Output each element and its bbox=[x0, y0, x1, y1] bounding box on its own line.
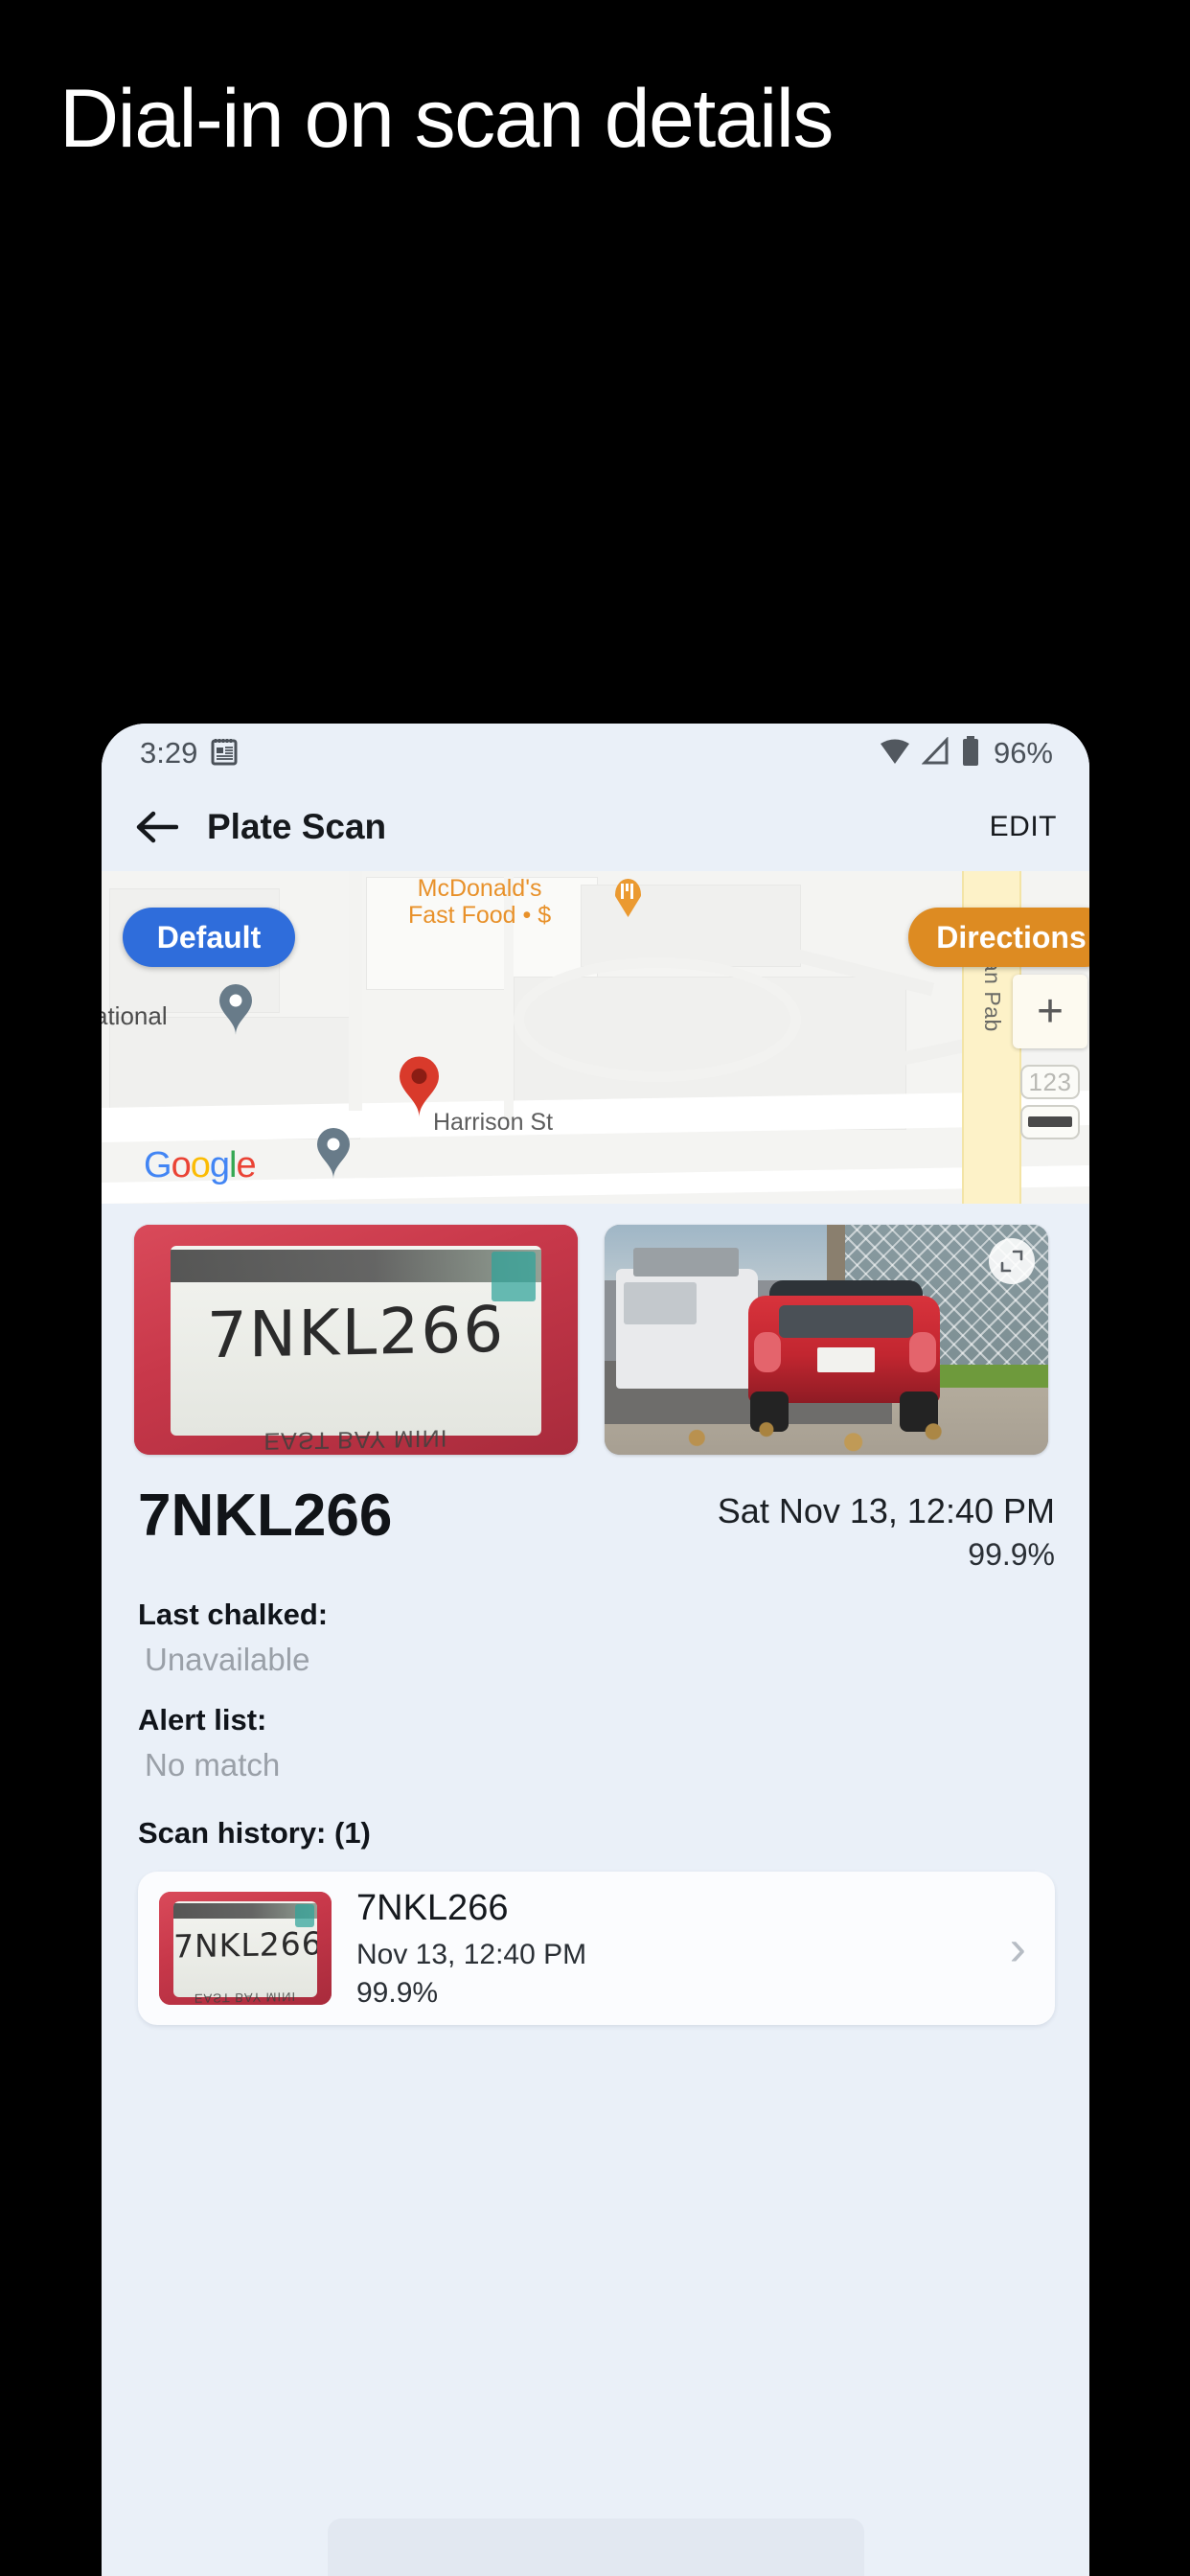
plate-face: 7NKL266 bbox=[171, 1246, 541, 1436]
history-plate: 7NKL266 bbox=[356, 1887, 509, 1928]
photo-van-rack bbox=[633, 1248, 739, 1276]
status-time: 3:29 bbox=[140, 736, 198, 770]
map-pin-grey-icon bbox=[314, 1126, 353, 1180]
field-last-chalked: Last chalked: Unavailable bbox=[102, 1598, 1089, 1678]
zoom-in-button[interactable]: + bbox=[1013, 975, 1087, 1048]
field-value: No match bbox=[145, 1747, 281, 1782]
plate-face: 7NKL266 bbox=[173, 1901, 317, 1997]
map-poi-label: McDonald's Fast Food • $ bbox=[408, 875, 551, 929]
map-view[interactable]: San Pab McDonald's Fast Food • $ ational bbox=[102, 871, 1089, 1204]
list-item[interactable]: 7NKL266 EAST BAY MINI 7NKL266 Nov 13, 12… bbox=[138, 1872, 1055, 2025]
map-block bbox=[581, 885, 801, 967]
photo-white-van bbox=[616, 1269, 758, 1389]
field-value: Unavailable bbox=[145, 1642, 310, 1677]
app-bar: Plate Scan EDIT bbox=[102, 783, 1089, 871]
map-ramp bbox=[514, 957, 801, 1082]
battery-percent: 96% bbox=[993, 736, 1053, 770]
scan-meta: Sat Nov 13, 12:40 PM 99.9% bbox=[718, 1482, 1055, 1573]
field-alert-list: Alert list: No match bbox=[102, 1703, 1089, 1783]
map-directions-button[interactable]: Directions bbox=[908, 908, 1089, 967]
plate-top-band bbox=[171, 1250, 541, 1282]
map-zoom-controls[interactable]: + bbox=[1013, 975, 1087, 1048]
bottom-sheet-handle bbox=[327, 2518, 864, 2576]
history-thumbnail: 7NKL266 EAST BAY MINI bbox=[159, 1892, 332, 2005]
photo-car-window bbox=[779, 1305, 913, 1338]
map-default-button[interactable]: Default bbox=[123, 908, 295, 967]
photo-leaves bbox=[662, 1413, 1010, 1455]
zoom-out-button[interactable] bbox=[1020, 1105, 1080, 1139]
plate-number: 7NKL266 bbox=[138, 1483, 393, 1549]
chevron-right-icon: › bbox=[1009, 1920, 1026, 1976]
scan-history-title: Scan history: (1) bbox=[138, 1816, 371, 1850]
google-logo: Google bbox=[144, 1145, 257, 1185]
edit-button[interactable]: EDIT bbox=[990, 811, 1057, 843]
back-arrow-icon bbox=[136, 811, 178, 843]
map-poi-name: McDonald's bbox=[417, 875, 542, 902]
scan-timestamp: Sat Nov 13, 12:40 PM bbox=[717, 1491, 1055, 1530]
promo-screenshot: Dial-in on scan details 3:29 96% Plate S… bbox=[0, 0, 1190, 2576]
map-pin-grey-icon bbox=[217, 982, 255, 1036]
map-poi-category: Fast Food • $ bbox=[408, 902, 552, 929]
photo-taillight-left bbox=[754, 1332, 781, 1372]
scan-summary: 7NKL266 Sat Nov 13, 12:40 PM 99.9% bbox=[102, 1455, 1089, 1573]
scan-detail-content: 7NKL266 EAST BAY MINI 7NKL266 Sat Nov 13… bbox=[102, 1204, 1089, 2025]
page-title: Dial-in on scan details bbox=[59, 73, 834, 165]
photo-taillight-right bbox=[909, 1332, 936, 1372]
history-text: 7NKL266 Nov 13, 12:40 PM 99.9% bbox=[356, 1888, 1010, 2010]
phone-mockup: 3:29 96% Plate Scan EDIT San Pab McDonal… bbox=[102, 724, 1089, 2576]
field-label: Alert list: bbox=[138, 1703, 267, 1736]
back-button[interactable] bbox=[130, 800, 184, 854]
wifi-icon bbox=[879, 737, 911, 770]
history-date: Nov 13, 12:40 PM bbox=[356, 1938, 587, 1970]
plate-image[interactable]: 7NKL266 EAST BAY MINI bbox=[134, 1225, 578, 1455]
history-thumb-number: 7NKL266 bbox=[173, 1924, 317, 1966]
scan-images: 7NKL266 EAST BAY MINI bbox=[102, 1204, 1089, 1455]
map-road bbox=[349, 871, 362, 1111]
plate-image-number: 7NKL266 bbox=[206, 1292, 506, 1373]
cell-signal-icon bbox=[921, 735, 950, 770]
route-shield-123: 123 bbox=[1020, 1065, 1080, 1099]
map-truncated-poi: ational bbox=[102, 1001, 168, 1030]
scan-confidence: 99.9% bbox=[968, 1537, 1055, 1572]
plate-sticker bbox=[295, 1904, 314, 1927]
page-title-plate-scan: Plate Scan bbox=[207, 807, 387, 846]
photo-car-plate bbox=[817, 1347, 875, 1372]
status-bar: 3:29 96% bbox=[102, 724, 1089, 783]
notepad-icon bbox=[211, 737, 238, 770]
vehicle-photo[interactable] bbox=[605, 1225, 1048, 1455]
history-confidence: 99.9% bbox=[356, 1976, 439, 2009]
battery-icon bbox=[961, 735, 980, 771]
plate-frame-text: EAST BAY MINI bbox=[194, 1990, 297, 2005]
field-label: Last chalked: bbox=[138, 1598, 329, 1631]
expand-icon[interactable] bbox=[989, 1238, 1035, 1284]
map-street-label: Harrison St bbox=[433, 1109, 554, 1136]
